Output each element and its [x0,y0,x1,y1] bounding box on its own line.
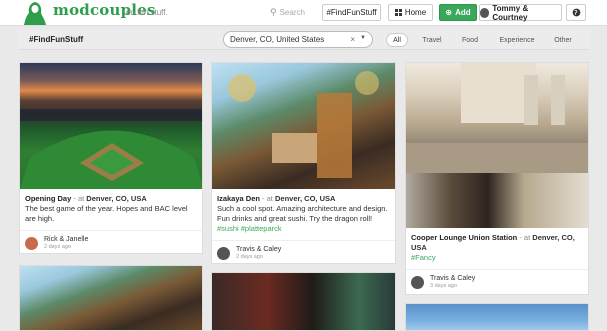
post-description: Such a cool spot. Amazing architecture a… [217,204,388,223]
location-value: Denver, CO, United States [230,35,325,44]
post-footer: Travis & Caley 3 days ago [406,269,588,293]
category-food[interactable]: Food [458,33,482,47]
post-title[interactable]: Cooper Lounge Union Station - at Denver,… [411,233,583,253]
plus-circle-icon: ⊕ [445,8,453,17]
chevron-down-icon[interactable]: ▼ [360,35,366,41]
author-name[interactable]: Travis & Caley [236,246,281,253]
post-image[interactable] [20,266,202,330]
search-icon: ⚲ [270,7,277,17]
post-card[interactable] [19,265,203,331]
grid-icon [394,9,402,16]
post-image-secondary[interactable] [406,173,588,228]
user-name: Tommy & Courtney [492,3,529,22]
post-card[interactable]: Opening Day - at Denver, CO, USA The bes… [19,62,203,254]
post-title[interactable]: Opening Day - at Denver, CO, USA [25,194,197,204]
post-time: 2 days ago [236,254,263,260]
home-label: Home [404,8,427,17]
filter-bar: #FindFunStuff Denver, CO, United States … [19,30,589,50]
post-image[interactable] [406,304,588,330]
tagline: do fun stuff. [126,8,168,17]
clear-icon[interactable]: × [350,35,355,44]
search-placeholder: Search [279,8,305,17]
category-travel[interactable]: Travel [418,33,446,47]
post-card[interactable]: Izakaya Den - at Denver, CO, USA Such a … [211,62,396,264]
post-time: 2 days ago [44,244,71,250]
user-avatar [480,7,490,18]
hashtag-button[interactable]: #FindFunStuff [322,4,381,21]
author-name[interactable]: Rick & Janelle [44,236,88,243]
category-experience[interactable]: Experience [495,33,539,47]
post-footer: Travis & Caley 2 days ago [212,240,395,263]
search-box[interactable]: ⚲ Search [270,4,318,21]
filter-title: #FindFunStuff [29,35,84,44]
globe-icon [572,8,580,17]
category-all[interactable]: All [386,33,408,47]
add-button[interactable]: ⊕ Add [439,4,477,21]
post-card[interactable] [211,272,396,331]
post-tags[interactable]: #Fancy [411,253,583,263]
user-menu-button[interactable]: Tommy & Courtney [479,3,562,22]
author-avatar[interactable] [25,237,38,250]
globe-button[interactable] [566,4,586,21]
author-name[interactable]: Travis & Caley [430,275,475,282]
author-avatar[interactable] [217,247,230,260]
post-card[interactable] [405,303,589,331]
post-card[interactable]: Cooper Lounge Union Station - at Denver,… [405,62,589,295]
post-tags[interactable]: #sushi #platteparck [217,224,390,234]
top-navbar: modcouples do fun stuff. ⚲ Search #FindF… [0,0,607,26]
add-label: Add [455,8,471,17]
author-avatar[interactable] [411,276,424,289]
post-title[interactable]: Izakaya Den - at Denver, CO, USA [217,194,390,204]
lounge-illustration [406,63,588,173]
post-time: 3 days ago [430,283,457,289]
restaurant-illustration [228,71,379,178]
post-description: The best game of the year. Hopes and BAC… [25,204,188,223]
stadium-illustration [20,109,202,189]
location-select[interactable]: Denver, CO, United States × ▼ [223,31,373,48]
post-image[interactable] [20,63,202,189]
post-footer: Rick & Janelle 2 days ago [20,230,202,253]
category-other[interactable]: Other [548,33,578,47]
logo-icon[interactable] [22,0,48,26]
post-image[interactable] [212,273,395,330]
post-image[interactable] [406,63,588,173]
home-button[interactable]: Home [388,4,433,21]
post-image[interactable] [212,63,395,189]
